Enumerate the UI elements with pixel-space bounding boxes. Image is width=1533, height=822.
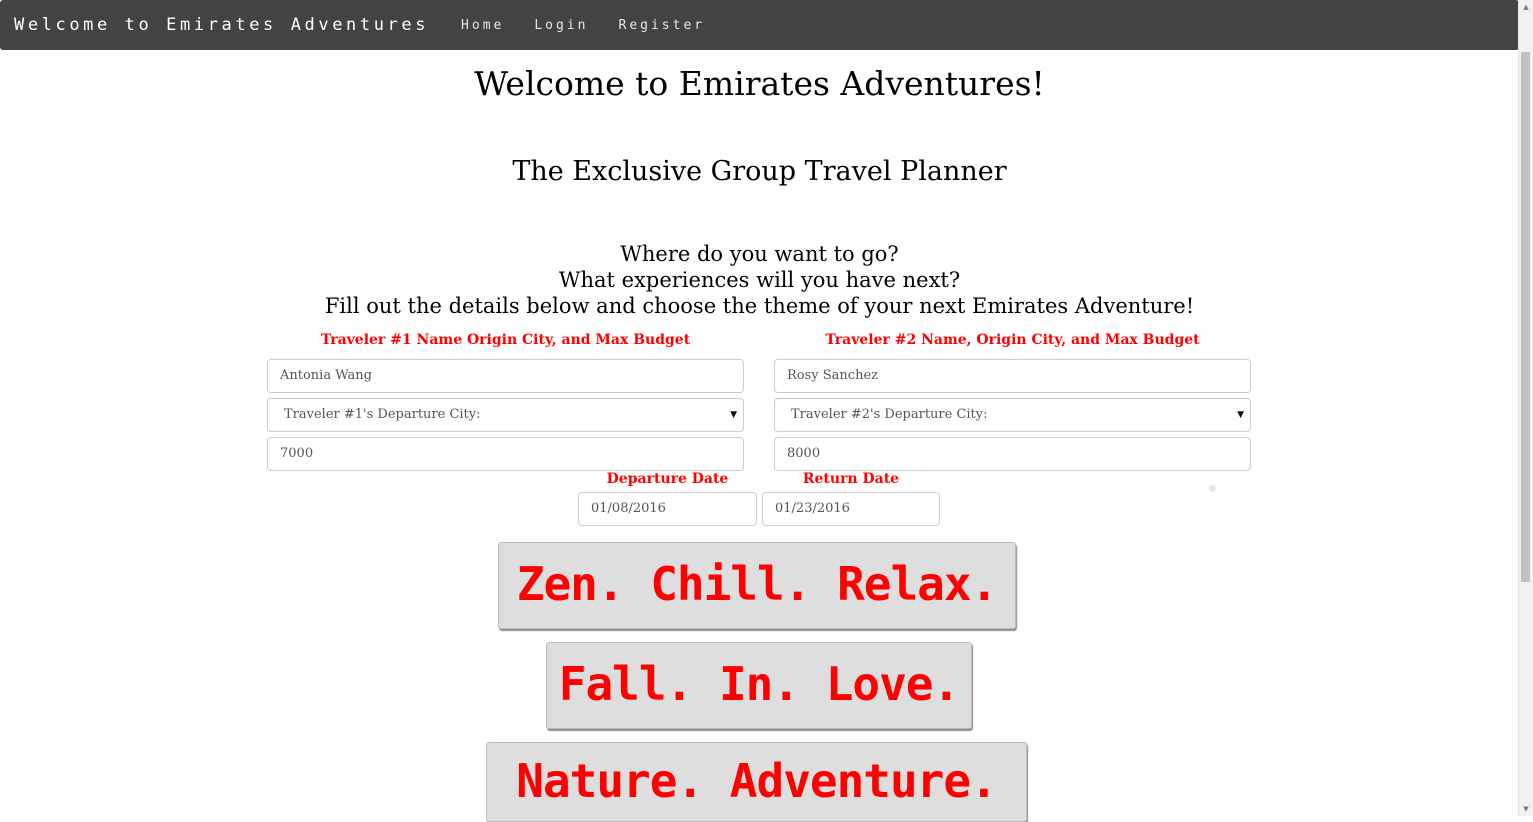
nav-link-register[interactable]: Register <box>619 18 706 33</box>
departure-date-label: Departure Date <box>606 471 729 487</box>
theme-button-love[interactable]: Fall. In. Love. <box>546 642 972 729</box>
theme-button-nature[interactable]: Nature. Adventure. <box>486 742 1027 822</box>
departure-date-input[interactable]: 01/08/2016 <box>578 492 757 526</box>
decorative-dot <box>1209 485 1216 492</box>
traveler1-budget-input[interactable]: 7000 <box>267 437 744 471</box>
nav-link-home[interactable]: Home <box>461 18 504 33</box>
traveler1-name-input[interactable]: Antonia Wang <box>267 359 744 393</box>
traveler2-budget-input[interactable]: 8000 <box>774 437 1251 471</box>
traveler2-label: Traveler #2 Name, Origin City, and Max B… <box>825 332 1200 348</box>
page-subtitle: The Exclusive Group Travel Planner <box>512 156 1007 187</box>
traveler2-city-select[interactable]: Traveler #2's Departure City: ▼ <box>774 398 1251 432</box>
navbar-brand[interactable]: Welcome to Emirates Adventures <box>14 15 429 35</box>
scrollbar-thumb[interactable] <box>1521 52 1530 582</box>
traveler1-city-select-value: Traveler #1's Departure City: <box>284 407 481 422</box>
traveler1-city-select[interactable]: Traveler #1's Departure City: ▼ <box>267 398 744 432</box>
return-date-label: Return Date <box>802 471 900 487</box>
prompt-line: Where do you want to go? <box>620 242 899 266</box>
top-navbar: Welcome to Emirates Adventures Home Logi… <box>0 0 1519 50</box>
page-scrollbar[interactable]: ▲ ▼ <box>1518 0 1533 816</box>
page-title: Welcome to Emirates Adventures! <box>474 64 1045 103</box>
prompt-line: What experiences will you have next? <box>558 268 961 292</box>
nav-links: Home Login Register <box>447 18 721 33</box>
scroll-down-arrow-icon[interactable]: ▼ <box>1519 802 1533 816</box>
scroll-up-arrow-icon[interactable]: ▲ <box>1519 0 1533 14</box>
traveler2-name-input[interactable]: Rosy Sanchez <box>774 359 1251 393</box>
theme-button-zen[interactable]: Zen. Chill. Relax. <box>498 542 1016 629</box>
nav-link-login[interactable]: Login <box>534 18 588 33</box>
chevron-down-icon: ▼ <box>1237 410 1244 420</box>
prompt-line: Fill out the details below and choose th… <box>324 294 1195 318</box>
intro-prompt: Where do you want to go? What experience… <box>0 241 1519 319</box>
traveler2-city-select-value: Traveler #2's Departure City: <box>791 407 988 422</box>
return-date-input[interactable]: 01/23/2016 <box>762 492 940 526</box>
traveler1-label: Traveler #1 Name Origin City, and Max Bu… <box>320 332 691 348</box>
chevron-down-icon: ▼ <box>730 410 737 420</box>
